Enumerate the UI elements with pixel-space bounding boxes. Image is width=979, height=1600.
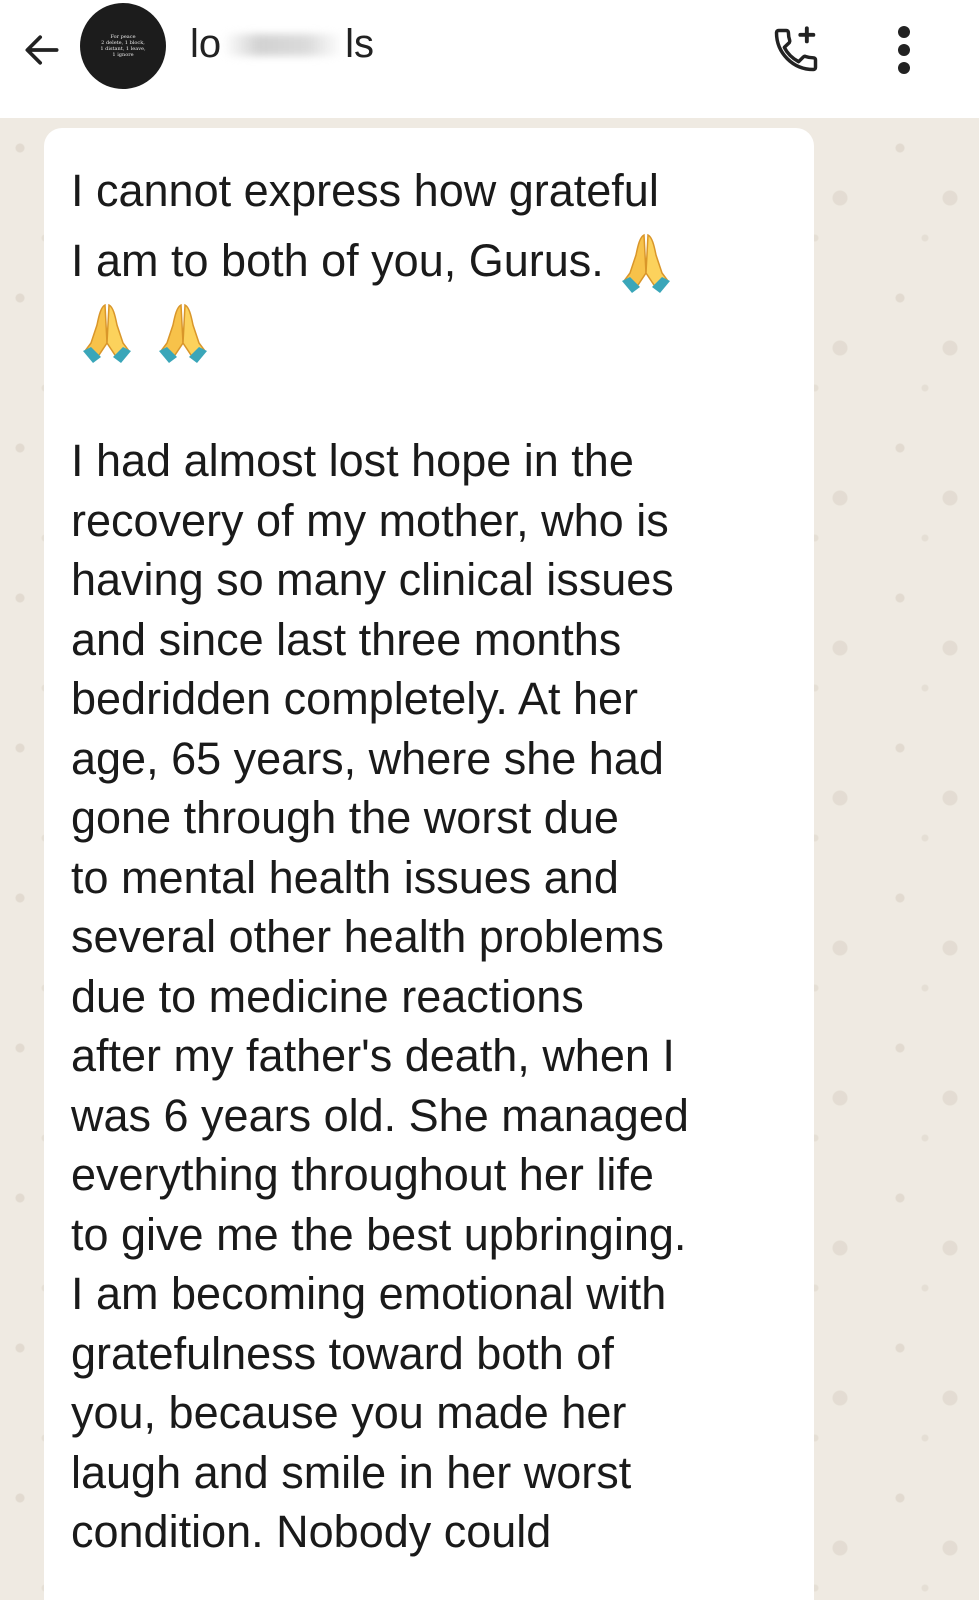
back-button[interactable] <box>18 26 66 74</box>
message-line: laugh and smile in her worst <box>71 1446 632 1498</box>
avatar-caption: For peace 2 delete, 1 block, 1 distant, … <box>100 34 146 58</box>
message-line: I cannot express how grateful <box>71 165 659 216</box>
message-line: to give me the best upbringing. <box>71 1208 687 1260</box>
message-line: due to medicine reactions <box>71 970 584 1022</box>
message-line: gone through the worst due <box>71 792 619 844</box>
arrow-left-icon <box>25 35 59 65</box>
message-line: and since last three months <box>71 613 622 665</box>
contact-name[interactable]: lo ls <box>190 22 374 67</box>
message-line: was 6 years old. She managed <box>71 1089 689 1141</box>
message-line: bedridden completely. At her <box>71 673 639 725</box>
redacted-name-blur <box>223 33 344 56</box>
message-line: you, because you made her <box>71 1387 627 1439</box>
more-options-button[interactable] <box>880 20 928 80</box>
avatar[interactable]: For peace 2 delete, 1 block, 1 distant, … <box>80 3 166 89</box>
folded-hands-emoji <box>622 233 671 294</box>
contact-name-start: lo <box>190 22 222 66</box>
contact-name-end: ls <box>345 22 375 66</box>
add-call-icon <box>774 26 818 72</box>
more-vertical-icon <box>898 26 910 74</box>
message-line: to mental health issues and <box>71 851 619 903</box>
message-line: everything throughout her life <box>71 1149 654 1201</box>
folded-hands-emoji <box>159 303 207 364</box>
message-line-with-emoji: I am to both of you, Gurus. <box>71 226 790 299</box>
message-line: after my father's death, when I <box>71 1030 675 1082</box>
add-call-button[interactable] <box>766 20 826 80</box>
message-bubble[interactable]: I cannot express how grateful I am to bo… <box>44 128 814 1600</box>
emoji-row <box>71 299 790 375</box>
message-line: I am becoming emotional with <box>71 1268 667 1320</box>
message-line-text: I am to both of you, Gurus. <box>71 235 617 286</box>
message-line: gratefulness toward both of <box>71 1327 614 1379</box>
message-line: age, 65 years, where she had <box>71 732 664 784</box>
message-line: several other health problems <box>71 911 664 963</box>
message-paragraph: I had almost lost hope in the recovery of… <box>71 431 790 1562</box>
message-line: condition. Nobody could <box>71 1506 552 1558</box>
chat-area[interactable]: I cannot express how grateful I am to bo… <box>0 118 979 1600</box>
message-line: having so many clinical issues <box>71 554 674 606</box>
chat-header: For peace 2 delete, 1 block, 1 distant, … <box>0 0 979 118</box>
message-line: recovery of my mother, who is <box>71 494 669 546</box>
folded-hands-emoji <box>83 303 131 364</box>
message-line: I had almost lost hope in the <box>71 435 634 487</box>
